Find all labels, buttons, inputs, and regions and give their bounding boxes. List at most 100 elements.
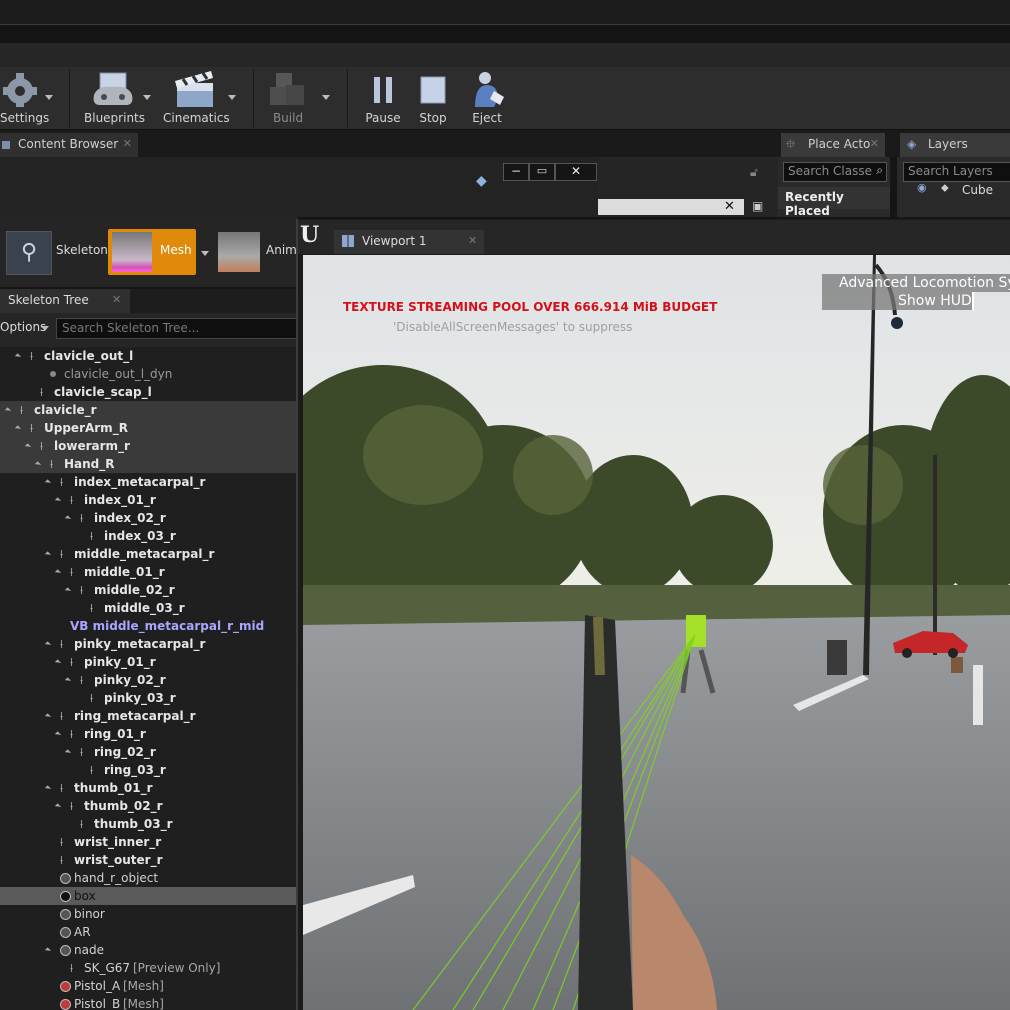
tab-content-browser[interactable]: Content Browser ✕ — [0, 133, 138, 157]
eject-button[interactable]: Eject — [464, 69, 510, 129]
skeleton-tree-row[interactable]: nade — [0, 941, 296, 959]
expand-arrow-icon[interactable] — [54, 731, 62, 738]
skeleton-tree-row[interactable]: ⟊ clavicle_r — [0, 401, 296, 419]
skeleton-tree-row[interactable]: ⟊ thumb_01_r — [0, 779, 296, 797]
close-icon[interactable]: ✕ — [468, 234, 477, 247]
skeleton-tree-row[interactable]: ⟊ thumb_03_r — [0, 815, 296, 833]
expand-arrow-icon[interactable] — [64, 587, 72, 594]
skeleton-tree-row[interactable]: ⟊ wrist_inner_r — [0, 833, 296, 851]
skeleton-tree-row[interactable]: ⟊ clavicle_out_l — [0, 347, 296, 365]
expand-arrow-icon[interactable] — [44, 479, 52, 486]
lock-icon[interactable]: 🔓︎ — [750, 165, 758, 180]
blueprints-button[interactable]: Blueprints — [84, 69, 145, 129]
tab-layers[interactable]: ◈ Layers — [900, 133, 1010, 157]
skeleton-tree-row[interactable]: Pistol_A [Mesh] — [0, 977, 296, 995]
place-actors-search-input[interactable]: Search Classe ⌕ — [783, 162, 887, 182]
expand-arrow-icon[interactable] — [24, 443, 32, 450]
skeleton-tree-row[interactable]: ⟊ pinky_01_r — [0, 653, 296, 671]
filter-icon[interactable]: ◆ — [476, 173, 487, 189]
skeleton-tree-row[interactable]: hand_r_object — [0, 869, 296, 887]
save-icon[interactable]: ▣ — [752, 199, 763, 213]
skeleton-tree-row[interactable]: VB middle_metacarpal_r_mid — [0, 617, 296, 635]
expand-arrow-icon[interactable] — [54, 497, 62, 504]
minimize-button[interactable]: − — [503, 163, 529, 181]
close-icon[interactable]: ✕ — [123, 133, 132, 155]
blueprints-dropdown-caret[interactable] — [143, 95, 151, 100]
skeleton-tree-row[interactable]: ⟊ wrist_outer_r — [0, 851, 296, 869]
skeleton-tree-row[interactable]: ⟊ SK_G67 [Preview Only] — [0, 959, 296, 977]
content-search-input[interactable] — [598, 199, 744, 215]
skeleton-tree-row[interactable]: ⟊ index_03_r — [0, 527, 296, 545]
expand-arrow-icon[interactable] — [44, 551, 52, 558]
close-icon[interactable]: ✕ — [112, 293, 121, 306]
skeleton-tree-row[interactable]: ⟊ pinky_02_r — [0, 671, 296, 689]
tab-skeleton-tree[interactable]: Skeleton Tree ✕ — [0, 289, 130, 313]
skeleton-tree-row[interactable]: ⟊ UpperArm_R — [0, 419, 296, 437]
skeleton-tree-row[interactable]: ⟊ middle_03_r — [0, 599, 296, 617]
cinematics-button[interactable]: Cinematics — [163, 69, 230, 129]
expand-arrow-icon[interactable] — [44, 785, 52, 792]
recently-placed-category[interactable]: Recently Placed — [778, 187, 890, 218]
expand-arrow-icon[interactable] — [64, 749, 72, 756]
options-dropdown[interactable]: Options — [0, 318, 52, 338]
expand-arrow-icon[interactable] — [54, 803, 62, 810]
mesh-mode-button[interactable]: Mesh — [108, 229, 196, 275]
skeleton-tree-row[interactable]: ⟊ index_01_r — [0, 491, 296, 509]
skeleton-tree-row[interactable]: ⟊ pinky_03_r — [0, 689, 296, 707]
expand-arrow-icon[interactable] — [64, 677, 72, 684]
build-button[interactable]: Build — [262, 69, 314, 129]
skeleton-tree-row[interactable]: ⟊ clavicle_scap_l — [0, 383, 296, 401]
skeleton-tree-row[interactable]: box — [0, 887, 296, 905]
close-icon[interactable]: ✕ — [870, 133, 879, 155]
stop-button[interactable]: Stop — [412, 69, 454, 129]
settings-button[interactable]: Settings — [0, 69, 49, 129]
expand-arrow-icon[interactable] — [44, 713, 52, 720]
skeleton-tree-row[interactable]: ⟊ lowerarm_r — [0, 437, 296, 455]
skeleton-tree-row[interactable]: ⟊ ring_metacarpal_r — [0, 707, 296, 725]
skeleton-tree-row[interactable]: ⟊ Hand_R — [0, 455, 296, 473]
cinematics-dropdown-caret[interactable] — [228, 95, 236, 100]
animation-mode-button[interactable]: Anim — [216, 229, 298, 275]
expand-arrow-icon[interactable] — [54, 569, 62, 576]
skeleton-tree-row[interactable]: ⟊ middle_02_r — [0, 581, 296, 599]
skeleton-tree-row[interactable]: ⟊ middle_01_r — [0, 563, 296, 581]
skeleton-tree-row[interactable]: ⟊ ring_02_r — [0, 743, 296, 761]
skeleton-tree-row[interactable]: ⟊ index_metacarpal_r — [0, 473, 296, 491]
expand-arrow-icon[interactable] — [44, 641, 52, 648]
expand-arrow-icon[interactable] — [34, 461, 42, 468]
maximize-button[interactable]: ▭ — [529, 163, 555, 181]
settings-dropdown-caret[interactable] — [45, 95, 53, 100]
close-window-button[interactable]: ✕ — [555, 163, 597, 181]
skeleton-tree-row[interactable]: binor — [0, 905, 296, 923]
build-dropdown-caret[interactable] — [322, 95, 330, 100]
skeleton-tree-row[interactable]: Pistol_B [Mesh] — [0, 995, 296, 1010]
eye-icon[interactable]: ◉ — [917, 181, 927, 194]
layer-row[interactable]: ◉ ⬥ Cube — [897, 181, 1010, 199]
show-hud-button[interactable]: Show HUD — [822, 292, 974, 310]
tab-viewport-1[interactable]: Viewport 1 ✕ — [334, 230, 484, 254]
skeleton-tree-row[interactable]: ⟊ pinky_metacarpal_r — [0, 635, 296, 653]
skeleton-search-input[interactable]: Search Skeleton Tree... — [56, 318, 298, 339]
tab-place-actors[interactable]: ⯐ Place Acto ✕ — [781, 133, 885, 157]
viewport-scene[interactable]: TEXTURE STREAMING POOL OVER 666.914 MiB … — [303, 255, 1010, 1010]
skeleton-tree-row[interactable]: ⟊ ring_01_r — [0, 725, 296, 743]
bone-icon: ⟊ — [60, 547, 64, 561]
expand-arrow-icon[interactable] — [14, 353, 22, 360]
mesh-mode-dropdown-caret[interactable] — [201, 251, 209, 256]
expand-arrow-icon[interactable] — [4, 407, 12, 414]
pause-button[interactable]: Pause — [362, 69, 404, 129]
skeleton-tree-row[interactable]: clavicle_out_l_dyn — [0, 365, 296, 383]
layers-search-input[interactable]: Search Layers — [903, 162, 1010, 182]
skeleton-mode-button[interactable]: ⚲ Skeleton — [4, 229, 108, 275]
skeleton-tree-row[interactable]: ⟊ middle_metacarpal_r — [0, 545, 296, 563]
expand-arrow-icon[interactable] — [44, 947, 52, 954]
clear-search-icon[interactable]: ✕ — [724, 199, 735, 214]
skeleton-tree-row[interactable]: ⟊ thumb_02_r — [0, 797, 296, 815]
skeleton-tree-row[interactable]: ⟊ ring_03_r — [0, 761, 296, 779]
expand-arrow-icon[interactable] — [64, 515, 72, 522]
skeleton-tree-row[interactable]: AR — [0, 923, 296, 941]
skeleton-tree-row[interactable]: ⟊ index_02_r — [0, 509, 296, 527]
expand-arrow-icon[interactable] — [14, 425, 22, 432]
bone-icon: ⟊ — [80, 511, 84, 525]
expand-arrow-icon[interactable] — [54, 659, 62, 666]
